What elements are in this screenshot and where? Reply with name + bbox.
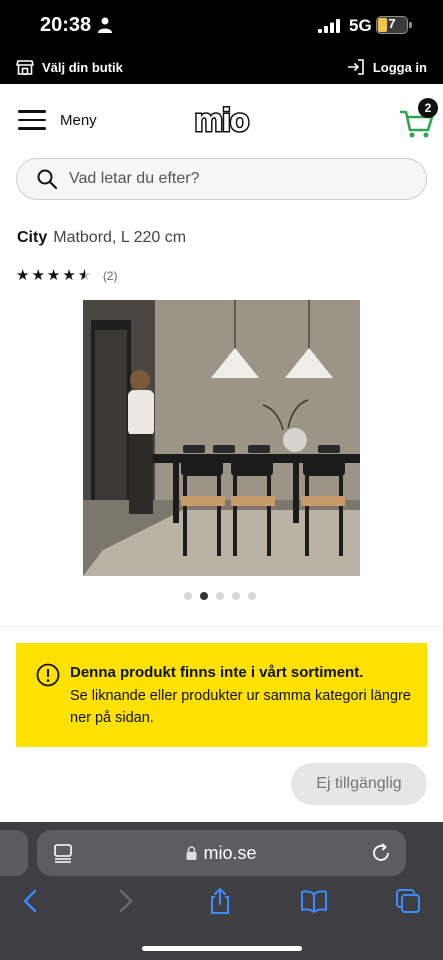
browser-bottom-bar: mio.se: [0, 822, 443, 960]
store-bar: Välj din butik Logga in: [0, 52, 443, 84]
carousel-dot-active[interactable]: [200, 592, 208, 600]
choose-store-label: Välj din butik: [42, 59, 123, 75]
product-name: Matbord, L 220 cm: [53, 229, 187, 246]
carousel-dot[interactable]: [232, 592, 240, 600]
url-text: mio.se: [203, 843, 257, 863]
search-placeholder: Vad letar du efter?: [69, 170, 200, 187]
star-icon: ★: [46, 267, 61, 284]
search-input[interactable]: Vad letar du efter?: [16, 158, 427, 200]
info-icon: [36, 663, 60, 687]
unavailable-notice: Denna produkt finns inte i vårt sortimen…: [16, 643, 427, 747]
previous-tab-preview[interactable]: [0, 830, 28, 876]
signal-icon: [318, 19, 340, 33]
bookmarks-icon[interactable]: [299, 886, 329, 916]
hamburger-icon: [18, 110, 46, 130]
logo-text: mio: [195, 102, 249, 138]
image-carousel-dots: [184, 592, 256, 600]
product-title: City Matbord, L 220 cm: [17, 229, 186, 247]
login-label: Logga in: [372, 59, 427, 75]
product-image[interactable]: [83, 300, 360, 576]
notice-body: Se liknande eller produkter ur samma kat…: [70, 688, 411, 726]
store-icon: [16, 60, 34, 75]
battery-icon: 7: [376, 16, 408, 34]
carousel-dot[interactable]: [216, 592, 224, 600]
divider: [0, 626, 443, 627]
half-star-icon: ★ ★: [77, 268, 91, 283]
status-time: 20:38: [40, 14, 92, 36]
star-icon: ★: [62, 267, 76, 284]
browser-toolbar: [0, 886, 443, 922]
carousel-dot[interactable]: [248, 592, 256, 600]
reload-icon[interactable]: [370, 842, 392, 864]
battery-tip: [409, 22, 412, 28]
rating-stars[interactable]: ★ ★ ★ ★ ★ ★ (2): [16, 268, 117, 283]
star-icon: ★: [31, 267, 45, 284]
carousel-dot[interactable]: [184, 592, 192, 600]
person-icon: [98, 17, 112, 33]
menu-label: Meny: [60, 111, 97, 129]
network-type: 5G: [349, 16, 372, 35]
share-icon[interactable]: [205, 886, 235, 916]
choose-store-link[interactable]: Välj din butik: [16, 58, 123, 76]
menu-button[interactable]: Meny: [18, 110, 97, 130]
address-bar[interactable]: mio.se: [37, 830, 406, 876]
notice-title: Denna produkt finns inte i vårt sortimen…: [70, 664, 364, 681]
login-icon: [347, 59, 364, 75]
back-icon[interactable]: [16, 886, 46, 916]
status-bar: 20:38 5G 7: [0, 0, 443, 52]
battery-level: 7: [388, 16, 396, 31]
product-brand: City: [17, 229, 48, 246]
forward-icon[interactable]: [110, 886, 140, 916]
page-content: Meny mio 2 Vad letar du efter? City Matbo…: [0, 84, 443, 822]
url-display: mio.se: [37, 843, 406, 864]
cart-count-badge: 2: [418, 98, 438, 118]
review-count: (2): [102, 268, 118, 283]
star-icon: ★: [16, 267, 30, 284]
search-icon: [37, 169, 57, 189]
home-indicator: [142, 946, 302, 951]
lock-icon: [186, 846, 197, 860]
tabs-icon[interactable]: [393, 886, 423, 916]
unavailable-button[interactable]: Ej tillgänglig: [291, 763, 427, 805]
login-link[interactable]: Logga in: [347, 58, 427, 76]
mio-logo[interactable]: mio: [183, 102, 260, 140]
